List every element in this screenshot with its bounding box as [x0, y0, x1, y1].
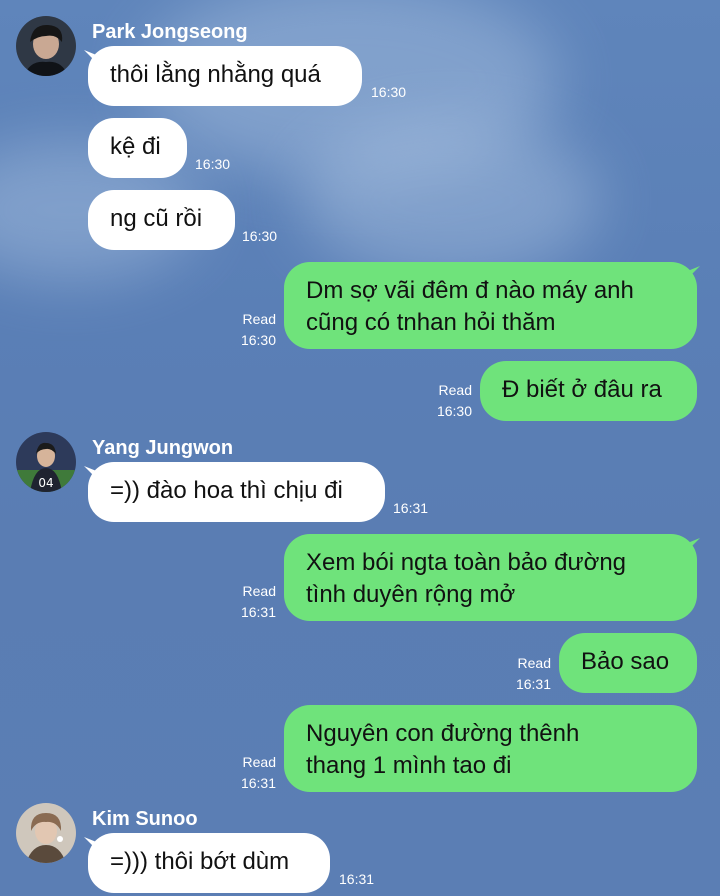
message-bubble[interactable]: Bảo sao	[559, 633, 697, 693]
sender-name: Yang Jungwon	[92, 437, 234, 459]
message-text-line: thang 1 mình tao đi	[306, 752, 512, 779]
avatar-park-jongseong[interactable]	[16, 16, 76, 76]
read-receipt: Read	[242, 583, 276, 599]
message-bubble[interactable]: thôi lằng nhằng quá	[88, 46, 362, 106]
message-text: kệ đi	[110, 133, 161, 160]
sender-name: Kim Sunoo	[92, 808, 198, 830]
message-text-line: tình duyên rộng mở	[306, 581, 516, 608]
message-bubble[interactable]: =)) đào hoa thì chịu đi	[88, 462, 385, 522]
message-text: =))) thôi bớt dùm	[110, 848, 290, 875]
message-time: 16:31	[339, 871, 375, 887]
background-cloud	[300, 120, 600, 280]
message-bubble[interactable]: Nguyên con đường thênh thang 1 mình tao …	[284, 705, 697, 792]
message-time: 16:30	[242, 228, 278, 244]
avatar-yang-jungwon[interactable]: 04	[16, 432, 76, 492]
message-text: thôi lằng nhằng quá	[110, 61, 321, 88]
message-bubble[interactable]: =))) thôi bớt dùm	[88, 833, 330, 893]
message-time: 16:31	[240, 604, 276, 620]
message-bubble[interactable]: Đ biết ở đâu ra	[480, 361, 697, 421]
message-text-line: Bảo sao	[581, 648, 670, 675]
message-time: 16:30	[240, 332, 276, 348]
message-text-line: Nguyên con đường thênh	[306, 720, 580, 747]
message-bubble[interactable]: kệ đi	[88, 118, 187, 178]
message-status: Read 16:30	[230, 309, 276, 351]
message-bubble[interactable]: ng cũ rồi	[88, 190, 235, 250]
message-time: 16:31	[240, 775, 276, 791]
message-text-line: Xem bói ngta toàn bảo đường	[306, 549, 627, 576]
sender-name: Park Jongseong	[92, 21, 248, 43]
message-time: 16:31	[515, 676, 551, 692]
message-time: 16:30	[436, 403, 472, 419]
message-bubble[interactable]: Dm sợ vãi đêm đ nào máy anh cũng có tnha…	[284, 262, 697, 349]
message-time: 16:30	[195, 156, 231, 172]
svg-text:04: 04	[38, 476, 53, 490]
message-status: Read 16:31	[230, 581, 276, 623]
message-status: Read 16:30	[426, 380, 472, 422]
message-time: 16:30	[371, 84, 407, 100]
message-text-line: Đ biết ở đâu ra	[502, 376, 662, 403]
message-text: ng cũ rồi	[110, 205, 203, 232]
message-time: 16:31	[393, 500, 429, 516]
message-text: =)) đào hoa thì chịu đi	[110, 477, 343, 504]
read-receipt: Read	[438, 382, 472, 398]
message-status: Read 16:31	[505, 653, 551, 695]
message-status: Read 16:31	[230, 752, 276, 794]
read-receipt: Read	[242, 754, 276, 770]
read-receipt: Read	[517, 655, 551, 671]
message-text-line: cũng có tnhan hỏi thăm	[306, 309, 556, 336]
read-receipt: Read	[242, 311, 276, 327]
avatar-kim-sunoo[interactable]	[16, 803, 76, 863]
message-text-line: Dm sợ vãi đêm đ nào máy anh	[306, 277, 634, 304]
message-bubble[interactable]: Xem bói ngta toàn bảo đường tình duyên r…	[284, 534, 697, 621]
